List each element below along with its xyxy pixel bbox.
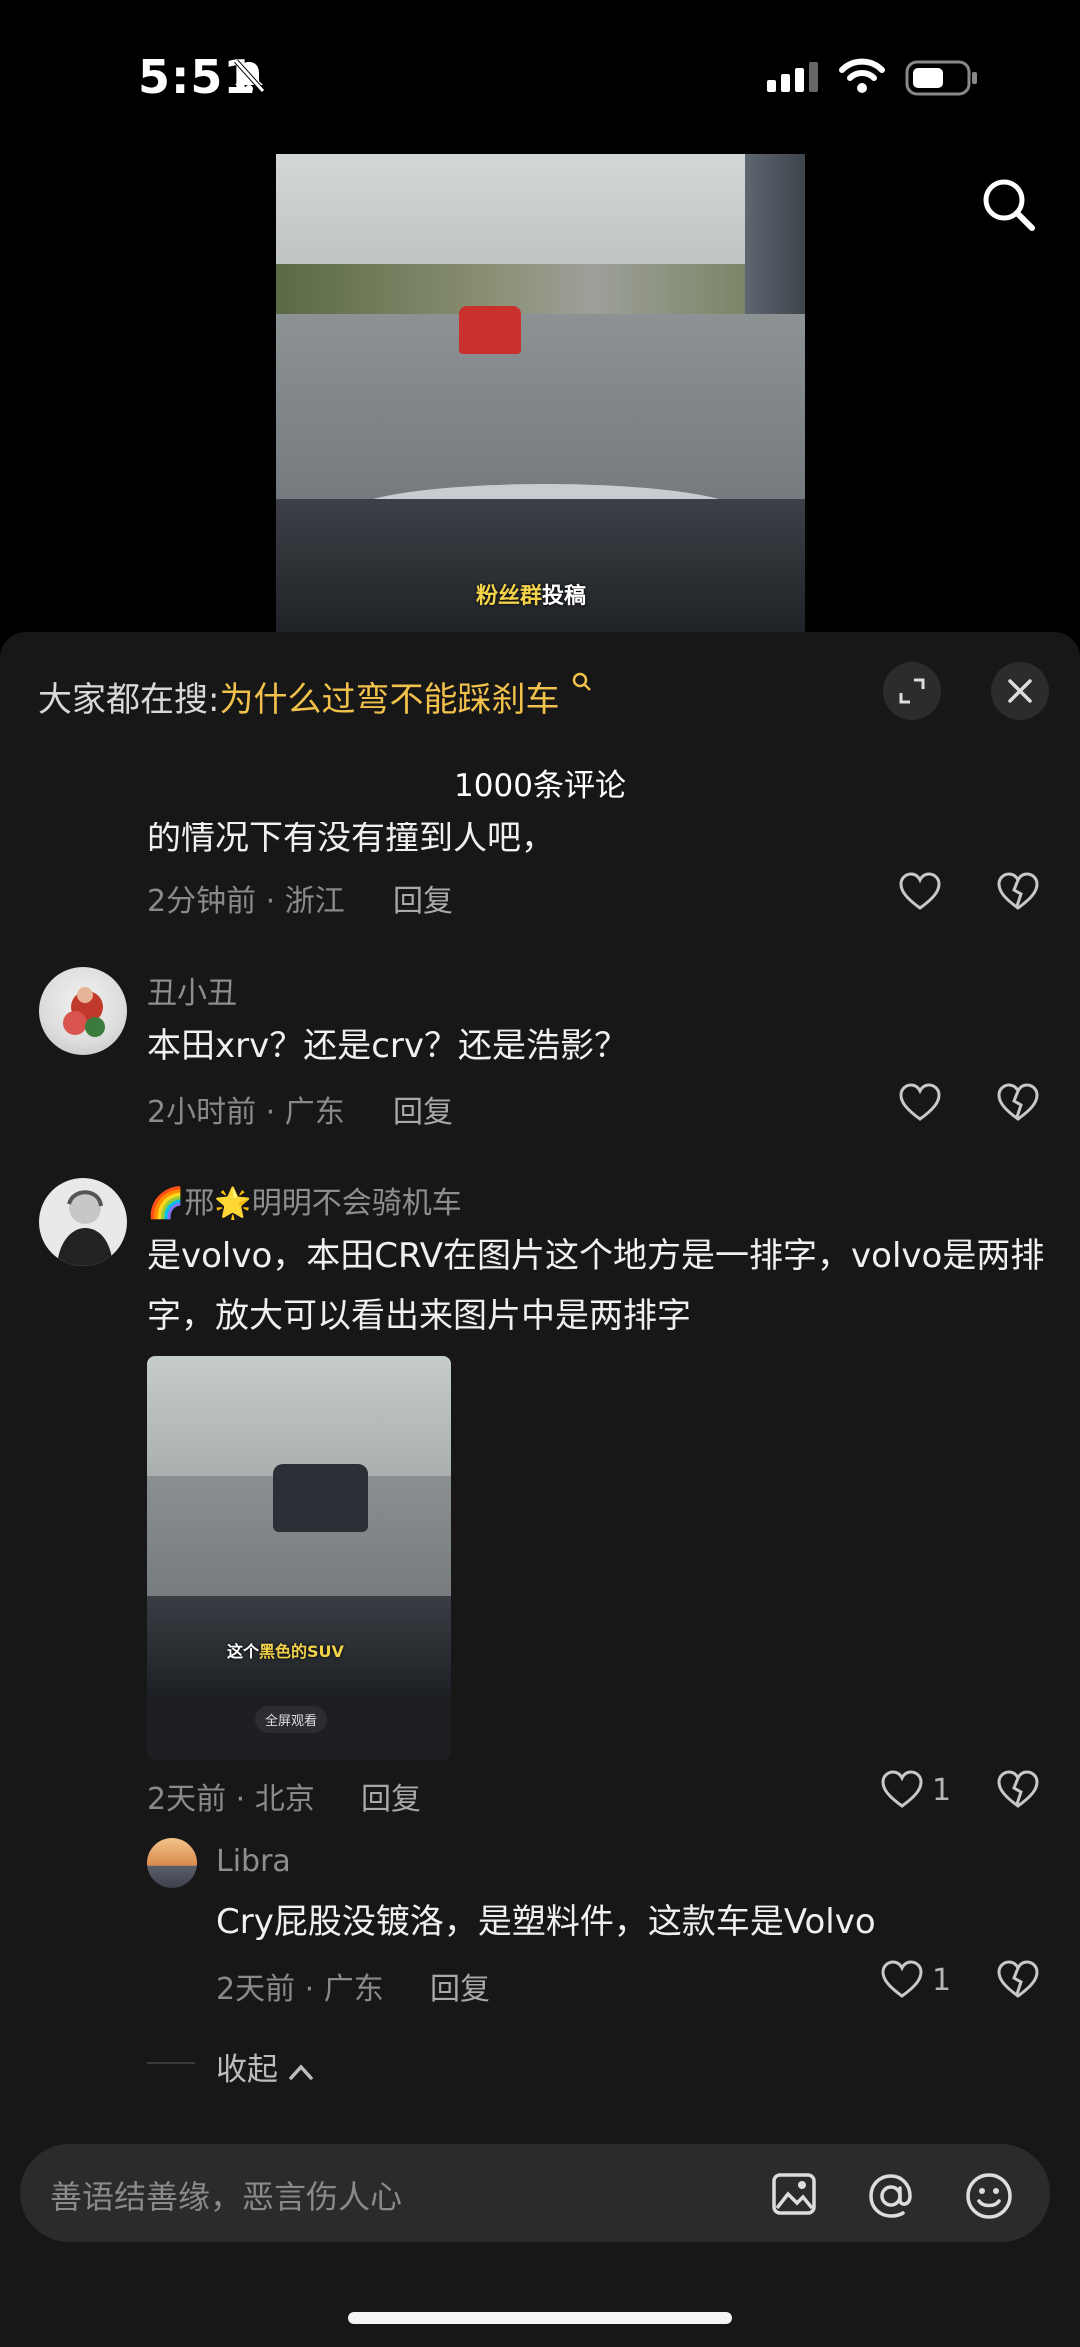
reply-button[interactable]: 回复 — [430, 1964, 490, 2008]
comment-count: 1000条评论 — [454, 768, 626, 804]
home-indicator[interactable] — [348, 2312, 732, 2324]
hot-search-query[interactable]: 为什么过弯不能踩刹车 — [219, 680, 559, 720]
close-icon — [1008, 679, 1032, 703]
comment-text: 是volvo，本田CRV在图片这个地方是一排字，volvo是两排字，放大可以看出… — [147, 1236, 1045, 1336]
reply-text: Cry屁股没镀洛，是塑料件，这款车是Volvo — [216, 1902, 876, 1942]
cellular-signal-icon — [767, 62, 818, 92]
expand-icon — [899, 678, 925, 704]
status-bar: 5:51 — [0, 0, 1080, 150]
avatar[interactable] — [39, 1178, 127, 1266]
wifi-icon — [839, 58, 885, 93]
comment-meta: 2分钟前 · 浙江 — [147, 884, 345, 919]
fullscreen-button[interactable]: 全屏观看 — [255, 1706, 328, 1733]
avatar[interactable] — [147, 1838, 197, 1888]
video-red-car — [459, 306, 521, 354]
comment-author[interactable]: 🌈邢🌟明明不会骑机车 — [147, 1178, 462, 1222]
comment-text: 本田xrv？还是crv？还是浩影？ — [147, 1026, 629, 1066]
avatar-image — [63, 987, 105, 1037]
video-pillar — [745, 154, 805, 314]
like-icon — [881, 1960, 923, 1998]
like-count: 1 — [932, 1772, 952, 1808]
like-count: 1 — [932, 1962, 952, 1998]
dislike-icon[interactable] — [996, 1960, 1040, 2000]
search-icon[interactable] — [980, 176, 1038, 234]
video-dashboard — [276, 499, 805, 632]
reply-author[interactable]: Libra — [216, 1844, 291, 1879]
chevron-up-icon — [289, 2063, 313, 2080]
emoji-icon[interactable] — [963, 2170, 1015, 2222]
hot-search-label: 大家都在搜: — [38, 680, 220, 720]
battery-icon — [905, 60, 977, 96]
reply-button[interactable]: 回复 — [393, 1087, 453, 1131]
comment-image-caption: 这个黑色的SUV — [227, 1642, 344, 1661]
bell-muted-icon — [234, 59, 265, 93]
dislike-icon[interactable] — [996, 1083, 1040, 1123]
reply-meta: 2天前 · 广东 — [216, 1972, 384, 2007]
collapse-replies-button[interactable]: 收起 — [216, 2044, 314, 2089]
reply-button[interactable]: 回复 — [361, 1774, 421, 1818]
comment-input-placeholder: 善语结善缘，恶言伤人心 — [50, 2178, 403, 2216]
comment-input[interactable]: 善语结善缘，恶言伤人心 — [20, 2144, 1050, 2242]
like-icon[interactable] — [898, 872, 942, 912]
avatar[interactable] — [39, 967, 127, 1055]
collapse-label: 收起 — [216, 2052, 278, 2088]
close-button[interactable] — [991, 662, 1049, 720]
avatar-image — [57, 1190, 113, 1266]
at-mention-icon[interactable] — [865, 2170, 917, 2222]
video-caption: 粉丝群投稿 — [476, 584, 587, 609]
reply-button[interactable]: 回复 — [393, 876, 453, 920]
comment-image-sky — [147, 1356, 451, 1476]
comment-meta: 2天前 · 北京 — [147, 1782, 315, 1817]
dislike-icon[interactable] — [996, 872, 1040, 912]
like-icon[interactable] — [898, 1083, 942, 1123]
comment-author[interactable]: 丑小丑 — [147, 968, 237, 1012]
expand-button[interactable] — [883, 662, 941, 720]
image-icon[interactable] — [770, 2170, 818, 2218]
comment-image[interactable]: 这个黑色的SUV 全屏观看 — [147, 1356, 451, 1760]
comment-image-suv — [273, 1464, 368, 1532]
like-button[interactable]: 1 — [880, 1960, 951, 2000]
dislike-icon[interactable] — [996, 1770, 1040, 1810]
hot-search[interactable]: 大家都在搜:为什么过弯不能踩刹车 — [38, 672, 592, 721]
video-player[interactable]: 粉丝群投稿 — [276, 154, 805, 632]
search-small-icon — [573, 672, 592, 691]
divider — [147, 2062, 195, 2064]
like-icon — [881, 1770, 923, 1808]
comment-meta: 2小时前 · 广东 — [147, 1095, 345, 1130]
like-button[interactable]: 1 — [880, 1770, 951, 1810]
